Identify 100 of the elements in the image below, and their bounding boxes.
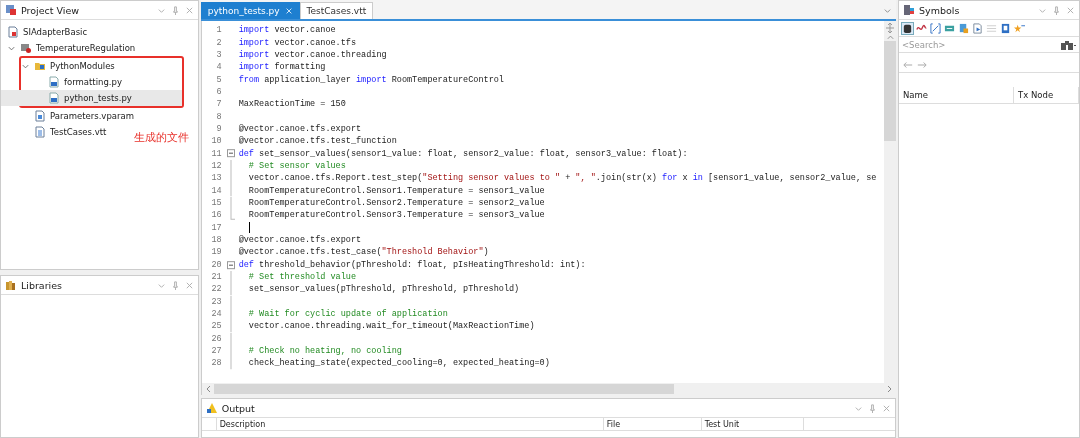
code-line: # Set threshold value	[247, 272, 356, 283]
line-number: 27	[210, 346, 222, 357]
line-number: 24	[210, 309, 222, 320]
code-line: # Wait for cyclic update of application	[247, 309, 448, 320]
line-number: 26	[210, 333, 222, 344]
cylinder-icon[interactable]	[902, 22, 913, 34]
binoculars-icon[interactable]	[1060, 38, 1076, 51]
line-number: 23	[210, 296, 222, 307]
line-number: 22	[210, 284, 222, 295]
code-line: import vector.canoe.tfs	[238, 37, 356, 48]
pin-icon[interactable]	[868, 403, 877, 413]
scroll-up-icon[interactable]	[885, 33, 895, 41]
star-icon[interactable]	[1014, 22, 1025, 34]
line-number: 17	[210, 222, 222, 233]
chevron-down-icon[interactable]	[883, 6, 892, 15]
annotation-label: 生成的文件	[134, 130, 189, 145]
tree-item[interactable]: PythonModules	[1, 58, 115, 74]
code-line: @vector.canoe.tfs.test_case("Threshold Behavior")	[238, 247, 489, 258]
tree-item[interactable]: Parameters.vparam	[1, 108, 138, 124]
line-number: 5	[215, 74, 222, 85]
code-line: RoomTemperatureControl.Sensor3.Temperature = sensor3_value	[247, 210, 545, 221]
line-number: 7	[215, 99, 222, 110]
folder-icon	[34, 60, 46, 72]
document-icon[interactable]	[958, 22, 969, 34]
warning-icon	[205, 402, 218, 414]
line-number: 11	[210, 148, 222, 159]
bracket-icon[interactable]	[930, 22, 941, 34]
line-number: 13	[210, 173, 222, 184]
collapse-icon[interactable]	[226, 147, 236, 160]
vertical-scrollbar[interactable]	[884, 21, 896, 383]
editor-tab[interactable]: TestCases.vtt	[299, 2, 374, 19]
line-number: 15	[210, 198, 222, 208]
line-number: 25	[210, 321, 222, 332]
code-line: @vector.canoe.tfs.export	[238, 123, 362, 134]
code-line: import vector.canoe.threading	[238, 49, 387, 60]
line-number: 10	[210, 136, 222, 147]
code-line: import vector.canoe	[238, 25, 336, 36]
horizontal-scrollbar[interactable]	[201, 383, 896, 395]
code-line: def threshold_behavior(pThreshold: float, pIsHeatingThreshold: int):	[238, 259, 586, 270]
code-line: vector.canoe.threading.wait_for_timeout(MaxReactionTime)	[247, 321, 535, 332]
scroll-right-icon[interactable]	[886, 384, 894, 394]
tree-item[interactable]: formatting.py	[1, 74, 122, 90]
code-line: @vector.canoe.tfs.export	[238, 235, 362, 245]
split-icon[interactable]	[885, 23, 895, 33]
close-icon[interactable]	[184, 5, 194, 15]
close-icon[interactable]	[184, 280, 194, 290]
tree-item[interactable]: python_tests.py	[1, 90, 182, 106]
code-line: # Set sensor values	[247, 160, 346, 171]
back-arrow-icon[interactable]	[903, 60, 913, 69]
line-number: 14	[210, 185, 222, 196]
line-number: 12	[210, 160, 222, 171]
column-header[interactable]: Test Unit	[701, 418, 804, 430]
forward-arrow-icon[interactable]	[917, 60, 927, 69]
line-number: 21	[210, 272, 222, 283]
code-line: def set_sensor_values(sensor1_value: float, sensor2_value: float, sensor3_value: float):	[238, 148, 688, 159]
parameter-file-icon	[34, 110, 46, 122]
config-file-icon	[7, 26, 19, 38]
code-line: RoomTemperatureControl.Sensor1.Temperature = sensor1_value	[247, 185, 545, 196]
line-number: 2	[215, 37, 222, 48]
close-icon[interactable]	[1066, 5, 1075, 15]
code-line: from application_layer import RoomTemperatureControl	[238, 74, 504, 85]
code-line: set_sensor_values(pThreshold, pThreshold, pThreshold)	[247, 284, 520, 295]
code-line: RoomTemperatureControl.Sensor2.Temperature = sensor2_value	[247, 198, 545, 208]
line-number: 4	[215, 62, 222, 73]
pin-icon[interactable]	[170, 280, 180, 290]
tree-item[interactable]: TestCases.vtt	[1, 124, 111, 140]
line-number: 16	[210, 210, 222, 221]
project-icon	[5, 4, 17, 16]
page-icon[interactable]	[1000, 22, 1011, 34]
node-icon	[20, 42, 32, 54]
tree-item[interactable]: SIAdapterBasic	[1, 24, 92, 40]
line-number: 6	[215, 86, 222, 97]
column-header[interactable]: Name	[899, 87, 1014, 103]
close-icon[interactable]	[882, 403, 891, 413]
test-file-icon	[34, 126, 46, 138]
line-number: 19	[210, 247, 222, 258]
editor-tab[interactable]: python_tests.py	[200, 2, 300, 19]
pin-icon[interactable]	[1052, 5, 1061, 15]
column-header[interactable]: File	[603, 418, 702, 430]
pin-icon[interactable]	[170, 5, 180, 15]
collapse-icon[interactable]	[226, 258, 236, 271]
code-line: check_heating_state(expected_cooling=0, expected_heating=0)	[247, 358, 550, 369]
code-line: @vector.canoe.tfs.test_function	[238, 136, 397, 147]
column-header[interactable]: Description	[216, 418, 604, 430]
line-number: 9	[215, 123, 222, 134]
document-icon[interactable]	[972, 22, 983, 34]
line-number: 3	[215, 49, 222, 60]
column-header[interactable]: Tx Node	[1014, 87, 1079, 103]
symbols-icon	[903, 4, 915, 16]
line-number: 18	[210, 235, 222, 245]
python-file-icon	[48, 76, 60, 88]
line-number: 1	[215, 25, 222, 36]
panel-title: Output	[221, 402, 255, 414]
line-number: 28	[210, 358, 222, 369]
line-number: 20	[210, 259, 222, 270]
panel-title: Project View	[21, 4, 80, 16]
panel-title: Libraries	[21, 279, 63, 291]
panel-title: Symbols	[919, 4, 960, 16]
tree-item[interactable]: TemperatureRegulation	[1, 40, 140, 56]
code-line: vector.canoe.tfs.Report.test_step("Setting sensor values to " + ", ".join(str(x) for x in [sensor1_value, sensor2_value, se	[247, 173, 877, 184]
